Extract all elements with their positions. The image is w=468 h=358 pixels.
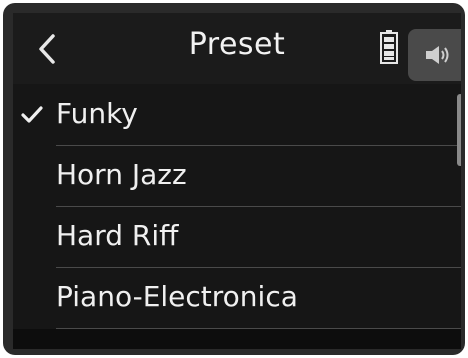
speaker-icon xyxy=(426,46,449,64)
preset-list: Funky Horn Jazz Hard Riff Piano-Electron… xyxy=(13,85,461,329)
screen: Preset Funky Horn Jazz Hard Riff Piano-E… xyxy=(13,13,461,349)
list-item[interactable]: Funky xyxy=(13,85,461,146)
bottom-band xyxy=(13,329,461,349)
list-item-label: Funky xyxy=(56,97,138,130)
list-item[interactable]: Horn Jazz xyxy=(13,146,461,207)
battery-icon xyxy=(380,30,398,64)
header-bar: Preset xyxy=(13,13,461,84)
checkmark-icon xyxy=(21,106,43,123)
speaker-button[interactable] xyxy=(408,29,461,81)
scrollbar[interactable] xyxy=(457,94,461,166)
list-item-label: Horn Jazz xyxy=(56,158,187,191)
device-frame: Preset Funky Horn Jazz Hard Riff Piano-E… xyxy=(3,3,465,355)
list-item-label: Hard Riff xyxy=(56,219,179,252)
list-item[interactable]: Hard Riff xyxy=(13,207,461,268)
list-item-label: Piano-Electronica xyxy=(56,280,298,313)
list-item[interactable]: Piano-Electronica xyxy=(13,268,461,329)
